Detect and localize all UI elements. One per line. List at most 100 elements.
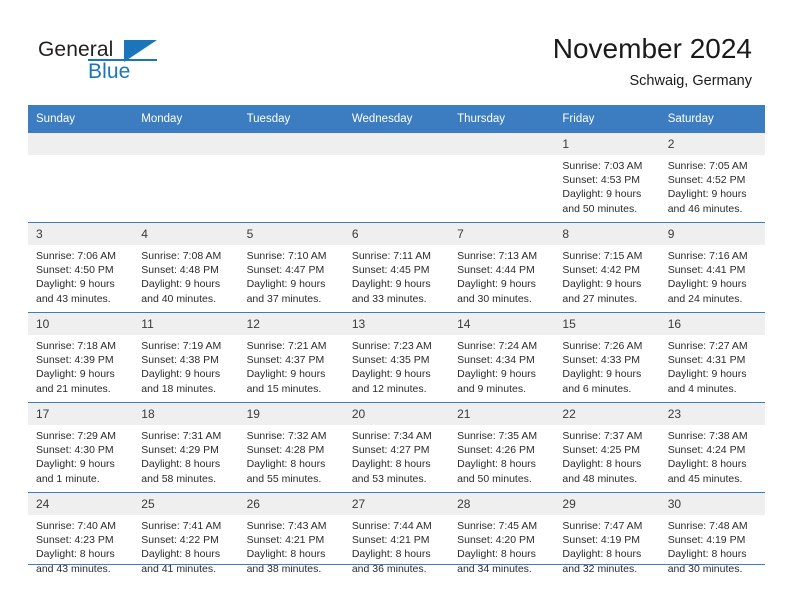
day-astronomy-info: Sunrise: 7:16 AM Sunset: 4:41 PM Daylight:…: [660, 245, 765, 306]
sunset-time: Sunset: 4:48 PM: [141, 264, 219, 277]
daylight-duration-line2: and 46 minutes.: [667, 202, 743, 215]
calendar-day-cell[interactable]: 10 Sunrise: 7:18 AM Sunset: 4:39 PM Dayligh…: [28, 312, 134, 403]
daylight-duration-line2: and 18 minutes.: [141, 382, 216, 395]
day-astronomy-info: Sunrise: 7:37 AM Sunset: 4:25 PM Daylight:…: [554, 425, 659, 486]
calendar-day-cell[interactable]: 23 Sunrise: 7:38 AM Sunset: 4:24 PM Dayligh…: [659, 402, 765, 493]
daylight-duration-line1: Daylight: 9 hours: [351, 278, 431, 291]
calendar-day-cell[interactable]: 19 Sunrise: 7:32 AM Sunset: 4:28 PM Dayligh…: [238, 402, 344, 493]
daylight-duration-line2: and 9 minutes.: [457, 382, 527, 395]
calendar-day-cell[interactable]: 29 Sunrise: 7:47 AM Sunset: 4:19 PM Dayligh…: [554, 492, 660, 582]
calendar-day-cell[interactable]: 12 Sunrise: 7:21 AM Sunset: 4:37 PM Dayligh…: [238, 312, 344, 403]
calendar-day-cell[interactable]: 6 Sunrise: 7:11 AM Sunset: 4:45 PM Daylight…: [343, 222, 450, 313]
calendar-day-cell[interactable]: 24 Sunrise: 7:40 AM Sunset: 4:23 PM Dayligh…: [28, 492, 134, 582]
day-number: 29: [554, 493, 660, 515]
daylight-duration-line1: Daylight: 9 hours: [562, 368, 642, 381]
sunrise-time: Sunrise: 7:34 AM: [351, 430, 432, 442]
day-number: [343, 133, 450, 155]
daylight-duration-line1: Daylight: 9 hours: [141, 368, 221, 381]
page-subtitle: Schwaig, Germany: [629, 73, 753, 89]
day-astronomy-info: Sunrise: 7:24 AM Sunset: 4:34 PM Daylight:…: [449, 335, 554, 396]
daylight-duration-line1: Daylight: 9 hours: [36, 278, 115, 291]
daylight-duration-line1: Daylight: 9 hours: [246, 368, 326, 381]
daylight-duration-line1: Daylight: 8 hours: [457, 458, 536, 471]
daylight-duration-line2: and 50 minutes.: [457, 472, 532, 485]
daylight-duration-line2: and 15 minutes.: [246, 382, 322, 395]
calendar-day-cell[interactable]: 22 Sunrise: 7:37 AM Sunset: 4:25 PM Dayligh…: [554, 402, 660, 493]
day-astronomy-info: Sunrise: 7:45 AM Sunset: 4:20 PM Daylight:…: [449, 515, 554, 576]
sunrise-time: Sunrise: 7:19 AM: [141, 340, 222, 352]
day-number: 17: [28, 403, 134, 425]
calendar-day-cell[interactable]: 8 Sunrise: 7:15 AM Sunset: 4:42 PM Daylight…: [554, 222, 660, 313]
calendar-empty-cell: [28, 133, 134, 223]
day-number: 18: [133, 403, 239, 425]
calendar-empty-cell: [449, 133, 555, 223]
calendar-day-cell[interactable]: 5 Sunrise: 7:10 AM Sunset: 4:47 PM Daylight…: [238, 222, 344, 313]
day-astronomy-info: Sunrise: 7:38 AM Sunset: 4:24 PM Daylight:…: [660, 425, 765, 486]
calendar-day-cell[interactable]: 1 Sunrise: 7:03 AM Sunset: 4:53 PM Daylight…: [554, 133, 660, 223]
day-number: 11: [133, 313, 239, 335]
calendar-day-cell[interactable]: 7 Sunrise: 7:13 AM Sunset: 4:44 PM Daylight…: [449, 222, 555, 313]
calendar-day-cell[interactable]: 3 Sunrise: 7:06 AM Sunset: 4:50 PM Daylight…: [28, 222, 134, 313]
page-header: General Blue November 2024 Schwaig, Germ…: [0, 0, 792, 104]
day-number: 6: [343, 223, 450, 245]
calendar-day-cell[interactable]: 27 Sunrise: 7:44 AM Sunset: 4:21 PM Dayligh…: [343, 492, 450, 582]
brand-blue-text: Blue: [88, 60, 131, 83]
sunset-time: Sunset: 4:20 PM: [457, 534, 535, 547]
sunrise-time: Sunrise: 7:21 AM: [246, 340, 327, 352]
calendar-day-cell[interactable]: 11 Sunrise: 7:19 AM Sunset: 4:38 PM Dayligh…: [133, 312, 239, 403]
sunset-time: Sunset: 4:44 PM: [457, 264, 535, 277]
daylight-duration-line1: Daylight: 9 hours: [457, 368, 536, 381]
calendar-day-cell[interactable]: 15 Sunrise: 7:26 AM Sunset: 4:33 PM Dayligh…: [554, 312, 660, 403]
sunset-time: Sunset: 4:34 PM: [457, 354, 535, 367]
day-number: 15: [554, 313, 660, 335]
sunset-time: Sunset: 4:30 PM: [36, 444, 114, 457]
sunset-time: Sunset: 4:33 PM: [562, 354, 641, 367]
calendar-week-row: 24 Sunrise: 7:40 AM Sunset: 4:23 PM Dayligh…: [28, 492, 765, 582]
daylight-duration-line1: Daylight: 9 hours: [36, 368, 115, 381]
calendar-bottom-rule: [28, 564, 765, 565]
calendar-day-cell[interactable]: 4 Sunrise: 7:08 AM Sunset: 4:48 PM Daylight…: [133, 222, 239, 313]
sunset-time: Sunset: 4:29 PM: [141, 444, 219, 457]
calendar-day-cell[interactable]: 18 Sunrise: 7:31 AM Sunset: 4:29 PM Dayligh…: [133, 402, 239, 493]
sunset-time: Sunset: 4:52 PM: [667, 174, 746, 187]
sunset-time: Sunset: 4:23 PM: [36, 534, 114, 547]
daylight-duration-line1: Daylight: 9 hours: [246, 278, 326, 291]
sunrise-time: Sunrise: 7:29 AM: [36, 430, 116, 442]
calendar-day-cell[interactable]: 30 Sunrise: 7:48 AM Sunset: 4:19 PM Dayligh…: [659, 492, 765, 582]
calendar-day-cell[interactable]: 21 Sunrise: 7:35 AM Sunset: 4:26 PM Dayligh…: [449, 402, 555, 493]
sunrise-time: Sunrise: 7:16 AM: [667, 250, 748, 262]
calendar-day-cell[interactable]: 28 Sunrise: 7:45 AM Sunset: 4:20 PM Dayligh…: [449, 492, 555, 582]
sunset-time: Sunset: 4:21 PM: [351, 534, 430, 547]
day-astronomy-info: Sunrise: 7:48 AM Sunset: 4:19 PM Daylight:…: [660, 515, 765, 576]
calendar-day-cell[interactable]: 13 Sunrise: 7:23 AM Sunset: 4:35 PM Dayligh…: [343, 312, 450, 403]
daylight-duration-line2: and 55 minutes.: [246, 472, 322, 485]
sunrise-time: Sunrise: 7:23 AM: [351, 340, 432, 352]
day-astronomy-info: Sunrise: 7:26 AM Sunset: 4:33 PM Daylight:…: [554, 335, 659, 396]
day-astronomy-info: Sunrise: 7:18 AM Sunset: 4:39 PM Daylight:…: [28, 335, 133, 396]
sunrise-time: Sunrise: 7:06 AM: [36, 250, 116, 262]
calendar-week-row: 10 Sunrise: 7:18 AM Sunset: 4:39 PM Dayligh…: [28, 312, 765, 403]
weekday-header-wednesday: Wednesday: [343, 105, 450, 133]
calendar-day-cell[interactable]: 25 Sunrise: 7:41 AM Sunset: 4:22 PM Dayligh…: [133, 492, 239, 582]
day-astronomy-info: Sunrise: 7:05 AM Sunset: 4:52 PM Daylight:…: [660, 155, 765, 216]
calendar-day-cell[interactable]: 16 Sunrise: 7:27 AM Sunset: 4:31 PM Dayligh…: [659, 312, 765, 403]
calendar-week-row: 1 Sunrise: 7:03 AM Sunset: 4:53 PM Daylight…: [28, 133, 765, 223]
calendar-empty-cell: [343, 133, 450, 223]
daylight-duration-line2: and 24 minutes.: [667, 292, 743, 305]
calendar-day-cell[interactable]: 26 Sunrise: 7:43 AM Sunset: 4:21 PM Dayligh…: [238, 492, 344, 582]
calendar-day-cell[interactable]: 14 Sunrise: 7:24 AM Sunset: 4:34 PM Dayligh…: [449, 312, 555, 403]
calendar-empty-cell: [238, 133, 344, 223]
sunrise-time: Sunrise: 7:11 AM: [351, 250, 432, 262]
general-blue-logo[interactable]: General Blue: [38, 38, 188, 90]
calendar-day-cell[interactable]: 2 Sunrise: 7:05 AM Sunset: 4:52 PM Daylight…: [659, 133, 765, 223]
day-number: 30: [659, 493, 765, 515]
day-number: 27: [343, 493, 450, 515]
day-number: 1: [554, 133, 660, 155]
sunset-time: Sunset: 4:53 PM: [562, 174, 641, 187]
day-astronomy-info: Sunrise: 7:27 AM Sunset: 4:31 PM Daylight:…: [660, 335, 765, 396]
calendar-day-cell[interactable]: 17 Sunrise: 7:29 AM Sunset: 4:30 PM Dayligh…: [28, 402, 134, 493]
calendar-day-cell[interactable]: 9 Sunrise: 7:16 AM Sunset: 4:41 PM Daylight…: [659, 222, 765, 313]
calendar-day-cell[interactable]: 20 Sunrise: 7:34 AM Sunset: 4:27 PM Dayligh…: [343, 402, 450, 493]
daylight-duration-line1: Daylight: 8 hours: [667, 458, 747, 471]
sunset-time: Sunset: 4:24 PM: [667, 444, 746, 457]
